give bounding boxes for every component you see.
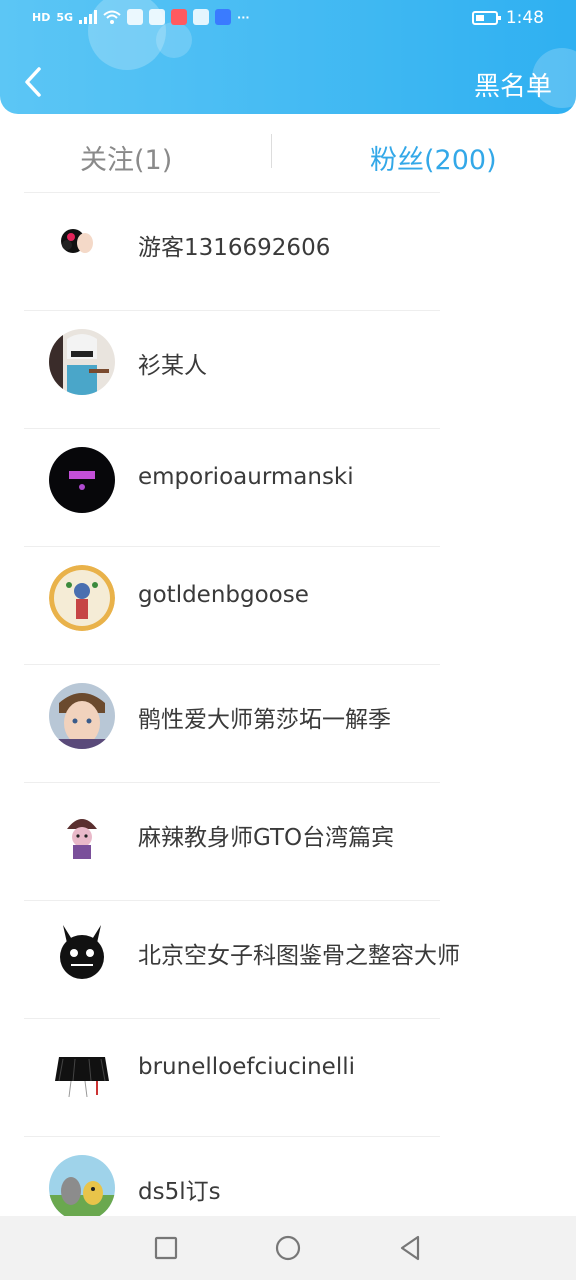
username: ds5l订s xyxy=(138,1179,221,1205)
list-item[interactable]: 麻辣教身师GTO台湾篇宾 xyxy=(0,782,576,900)
username: 北京空女子科图鉴骨之整容大师 xyxy=(138,943,460,969)
username: emporioaurmanski xyxy=(138,464,354,490)
avatar xyxy=(49,211,115,277)
divider xyxy=(24,782,440,783)
more-notifications-icon: ··· xyxy=(237,10,250,24)
back-button[interactable] xyxy=(18,62,48,102)
divider xyxy=(24,546,440,547)
divider xyxy=(24,428,440,429)
network-type-label: HD xyxy=(32,10,51,24)
avatar xyxy=(49,683,115,749)
divider xyxy=(24,664,440,665)
list-item[interactable]: emporioaurmanski xyxy=(0,428,576,546)
chevron-left-icon xyxy=(25,67,41,97)
signal-icon xyxy=(79,10,98,24)
username: 衫某人 xyxy=(138,353,207,379)
tab-divider xyxy=(271,134,272,168)
tab-followers[interactable]: 粉丝(200) xyxy=(370,138,497,177)
follow-tabs: 关注(1) 粉丝(200) xyxy=(0,118,576,194)
avatar xyxy=(49,329,115,395)
followers-list: 游客1316692606 衫某人 emporioaurmanski gotlde… xyxy=(0,192,576,1254)
avatar xyxy=(49,447,115,513)
username: 游客1316692606 xyxy=(138,235,331,261)
avatar xyxy=(49,1037,115,1103)
wifi-icon xyxy=(103,10,121,24)
signal-label: 5G xyxy=(56,10,74,24)
system-navigation-bar xyxy=(0,1216,576,1280)
divider xyxy=(24,1136,440,1137)
divider xyxy=(24,1018,440,1019)
username: 麻辣教身师GTO台湾篇宾 xyxy=(138,825,395,851)
username: gotldenbgoose xyxy=(138,582,309,608)
app-notification-icon xyxy=(171,9,188,25)
header-bar: HD 5G ··· 1:48 黑名单 xyxy=(0,0,576,114)
wechat-icon xyxy=(149,9,166,25)
status-bar: HD 5G ··· 1:48 xyxy=(0,0,576,40)
avatar xyxy=(49,801,115,867)
triangle-back-icon[interactable] xyxy=(396,1234,424,1262)
list-item[interactable]: 游客1316692606 xyxy=(0,192,576,310)
avatar xyxy=(49,565,115,631)
battery-icon xyxy=(471,11,501,25)
globe-icon xyxy=(193,9,210,25)
avatar xyxy=(49,919,115,985)
clock: 1:48 xyxy=(505,8,544,28)
divider xyxy=(24,192,440,193)
square-icon[interactable] xyxy=(152,1234,180,1262)
divider xyxy=(24,900,440,901)
avatar xyxy=(49,1155,115,1221)
tab-following[interactable]: 关注(1) xyxy=(80,138,172,177)
circle-icon[interactable] xyxy=(274,1234,302,1262)
username: brunelloefciucinelli xyxy=(138,1054,356,1080)
list-item[interactable]: brunelloefciucinelli xyxy=(0,1018,576,1136)
username: 鹘性爱大师第莎坧一解季 xyxy=(138,707,391,733)
music-app-icon xyxy=(127,9,144,25)
list-item[interactable]: 鹘性爱大师第莎坧一解季 xyxy=(0,664,576,782)
blacklist-button[interactable]: 黑名单 xyxy=(474,66,552,103)
list-item[interactable]: 北京空女子科图鉴骨之整容大师 xyxy=(0,900,576,1018)
divider xyxy=(24,310,440,311)
list-item[interactable]: 衫某人 xyxy=(0,310,576,428)
app-notification-icon xyxy=(215,9,232,25)
list-item[interactable]: gotldenbgoose xyxy=(0,546,576,664)
